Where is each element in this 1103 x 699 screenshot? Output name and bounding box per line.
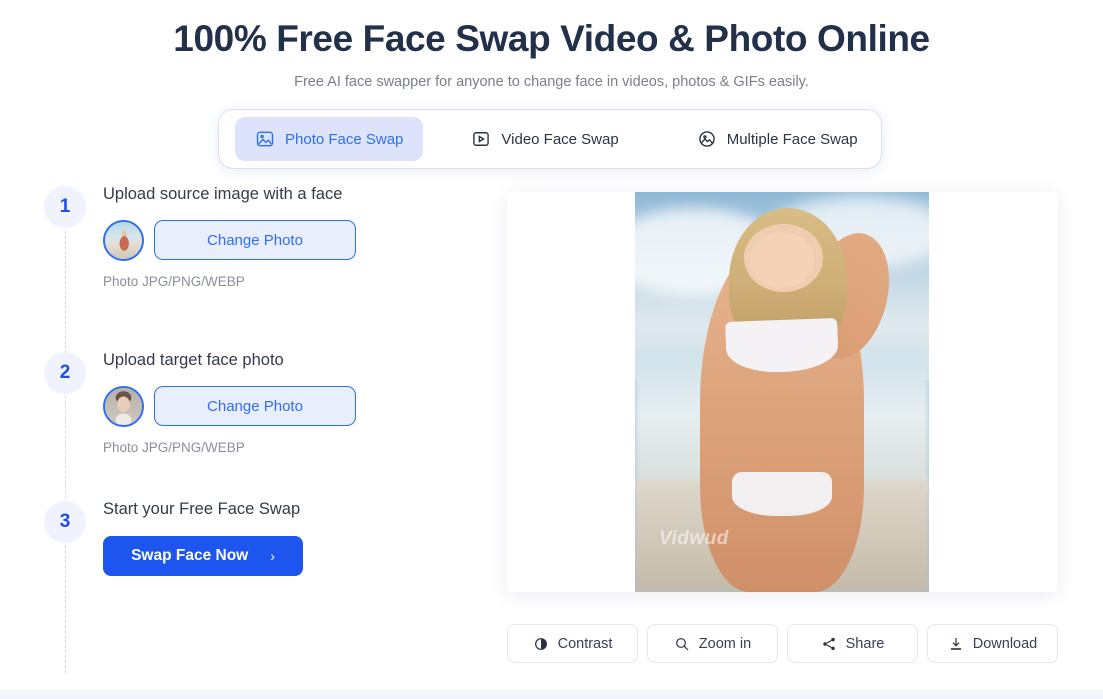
contrast-button[interactable]: Contrast bbox=[507, 624, 638, 663]
download-label: Download bbox=[972, 635, 1038, 652]
page-root: 100% Free Face Swap Video & Photo Online… bbox=[0, 0, 1103, 699]
tab-multiple-face-swap-label: Multiple Face Swap bbox=[726, 130, 858, 148]
step-3-title: Start your Free Face Swap bbox=[103, 500, 301, 518]
step-1-number: 1 bbox=[44, 186, 86, 228]
chevron-right-icon: › bbox=[270, 547, 275, 564]
footer-strip bbox=[0, 690, 1103, 699]
source-image-thumbnail[interactable] bbox=[103, 219, 144, 261]
image-action-toolbar: Contrast Zoom in Share Download bbox=[507, 624, 1058, 663]
page-subtitle: Free AI face swapper for anyone to chang… bbox=[294, 73, 809, 90]
hero-section: 100% Free Face Swap Video & Photo Online… bbox=[0, 0, 1103, 90]
step-2-title: Upload target face photo bbox=[103, 351, 284, 369]
result-preview-card: Vidwud bbox=[507, 192, 1058, 592]
video-icon bbox=[471, 129, 491, 149]
zoom-in-button[interactable]: Zoom in bbox=[647, 624, 778, 663]
search-icon bbox=[674, 636, 690, 652]
step-3: 3 Start your Free Face Swap Swap Face No… bbox=[0, 501, 470, 576]
step-2-format-hint: Photo JPG/PNG/WEBP bbox=[103, 439, 245, 455]
share-label: Share bbox=[845, 635, 885, 652]
mode-tab-bar: Photo Face Swap Video Face Swap Multiple… bbox=[219, 110, 881, 168]
download-button[interactable]: Download bbox=[927, 624, 1058, 663]
change-target-photo-button[interactable]: Change Photo bbox=[154, 386, 356, 426]
multiple-photo-icon bbox=[697, 129, 717, 149]
step-1-title: Upload source image with a face bbox=[103, 185, 343, 203]
change-source-photo-button[interactable]: Change Photo bbox=[154, 220, 356, 260]
steps-panel: 1 Upload source image with a face Change… bbox=[0, 186, 470, 673]
tab-photo-face-swap[interactable]: Photo Face Swap bbox=[235, 117, 424, 161]
step-2-number: 2 bbox=[44, 352, 86, 394]
tab-multiple-face-swap[interactable]: Multiple Face Swap bbox=[677, 117, 878, 161]
photo-icon bbox=[255, 129, 275, 149]
contrast-icon bbox=[533, 636, 549, 652]
watermark-label: Vidwud bbox=[659, 528, 729, 549]
tab-video-face-swap[interactable]: Video Face Swap bbox=[451, 117, 638, 161]
share-button[interactable]: Share bbox=[787, 624, 918, 663]
step-1-format-hint: Photo JPG/PNG/WEBP bbox=[103, 273, 245, 289]
zoom-in-label: Zoom in bbox=[698, 635, 752, 652]
page-title: 100% Free Face Swap Video & Photo Online bbox=[173, 18, 930, 59]
step-1-upload-row: Change Photo bbox=[103, 219, 356, 261]
download-icon bbox=[948, 636, 964, 652]
swap-face-now-button[interactable]: Swap Face Now › bbox=[103, 535, 303, 576]
step-2: 2 Upload target face photo Change Photo … bbox=[0, 352, 470, 501]
tab-photo-face-swap-label: Photo Face Swap bbox=[285, 130, 404, 148]
contrast-label: Contrast bbox=[557, 635, 613, 652]
swap-face-now-label: Swap Face Now bbox=[131, 546, 249, 564]
step-3-number: 3 bbox=[44, 501, 86, 543]
step-2-upload-row: Change Photo bbox=[103, 385, 356, 427]
target-face-thumbnail[interactable] bbox=[103, 385, 144, 427]
tab-video-face-swap-label: Video Face Swap bbox=[501, 130, 619, 148]
step-1: 1 Upload source image with a face Change… bbox=[0, 186, 470, 352]
share-icon bbox=[821, 636, 837, 652]
result-image[interactable]: Vidwud bbox=[635, 192, 929, 592]
